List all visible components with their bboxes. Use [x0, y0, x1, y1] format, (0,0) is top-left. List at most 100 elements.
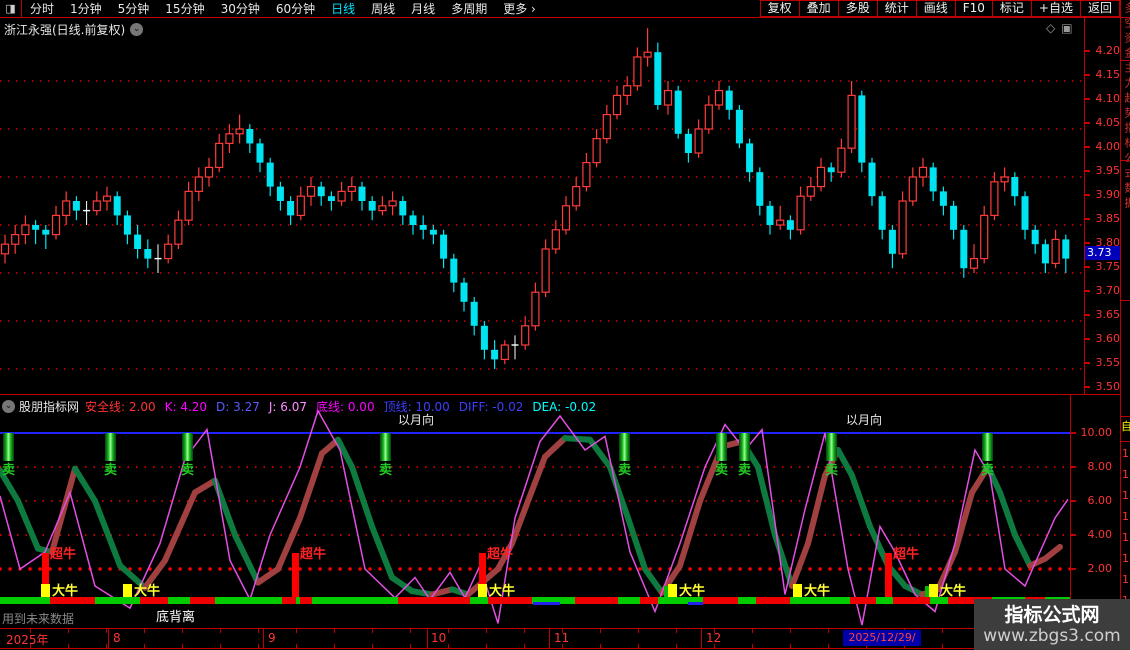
da-niu-label: 大牛 — [940, 583, 966, 599]
sell-signal-label: 卖 — [181, 462, 194, 478]
menu-item-30分钟[interactable]: 30分钟 — [213, 0, 268, 17]
minor-tick — [372, 644, 373, 648]
toolbar-right-buttons: 复权叠加多股统计画线F10标记+自选返回 — [760, 0, 1120, 17]
minor-tick — [106, 644, 107, 648]
toolbar-button-+自选[interactable]: +自选 — [1031, 0, 1080, 17]
price-label: 4.05 — [1090, 117, 1120, 129]
menu-item-1分钟[interactable]: 1分钟 — [62, 0, 110, 17]
minor-tick — [144, 644, 145, 648]
watermark-url: www.zbgs3.com — [983, 626, 1120, 646]
right-sidebar-clipped[interactable]: 多空资金主力趋势指标公式数据 自 111111111 — [1120, 0, 1130, 650]
indicator-axis-label: 4.00 — [1078, 529, 1112, 541]
minor-tick — [410, 629, 411, 633]
minor-tick — [638, 629, 639, 633]
toolbar-button-画线[interactable]: 画线 — [916, 0, 955, 17]
price-label: 3.60 — [1090, 333, 1120, 345]
indicator-values: 安全线: 2.00K: 4.20D: 3.27J: 6.07底线: 0.00顶线… — [85, 398, 605, 415]
minor-tick — [334, 644, 335, 648]
indicator-field: D: 3.27 — [216, 400, 260, 414]
watermark-title: 指标公式网 — [1004, 604, 1099, 626]
menu-item-15分钟[interactable]: 15分钟 — [157, 0, 212, 17]
menu-item-5分钟[interactable]: 5分钟 — [110, 0, 158, 17]
chao-niu-bar — [292, 553, 299, 597]
trading-app-window: ◨ 分时1分钟5分钟15分钟30分钟60分钟日线周线月线多周期更多 › 复权叠加… — [0, 0, 1130, 650]
indicator-tick — [1071, 466, 1076, 468]
menu-item-日线[interactable]: 日线 — [323, 0, 363, 17]
chao-niu-bar — [885, 553, 892, 597]
sell-signal-label: 卖 — [618, 462, 631, 478]
month-boundary-line — [549, 629, 550, 648]
layout-split-icon[interactable]: ◨ — [0, 0, 22, 17]
minor-tick — [486, 629, 487, 633]
minor-tick — [220, 644, 221, 648]
top-divergence-label: 以月向 — [398, 411, 434, 428]
toolbar-button-叠加[interactable]: 叠加 — [799, 0, 838, 17]
pane-divider — [0, 394, 1120, 395]
price-label: 4.20 — [1090, 45, 1120, 57]
price-label: 3.50 — [1090, 381, 1120, 393]
sell-signal-bar — [105, 433, 116, 461]
minor-tick — [638, 644, 639, 648]
toolbar-button-复权[interactable]: 复权 — [760, 0, 799, 17]
toolbar-button-多股[interactable]: 多股 — [838, 0, 877, 17]
toolbar-button-统计[interactable]: 统计 — [877, 0, 916, 17]
sell-signal-label: 卖 — [379, 462, 392, 478]
minor-tick — [524, 644, 525, 648]
sell-signal-bar — [3, 433, 14, 461]
indicator-chevron-down-icon[interactable]: ⌄ — [2, 400, 15, 413]
menu-item-多周期[interactable]: 多周期 — [443, 0, 495, 17]
month-label: 12 — [706, 631, 721, 645]
price-label: 3.65 — [1090, 309, 1120, 321]
menu-item-分时[interactable]: 分时 — [22, 0, 62, 17]
menu-item-更多 ›[interactable]: 更多 › — [495, 0, 544, 17]
price-label: 3.95 — [1090, 165, 1120, 177]
menu-item-月线[interactable]: 月线 — [403, 0, 443, 17]
top-divergence-label: 以月向 — [846, 411, 882, 428]
sidebar-vertical-text: 多空资金主力趋势指标公式数据 — [1121, 2, 1130, 212]
toolbar-button-F10[interactable]: F10 — [955, 0, 992, 17]
indicator-tick — [1071, 500, 1076, 502]
sell-signal-bar — [716, 433, 727, 461]
candlestick-chart[interactable] — [0, 18, 1084, 394]
minor-tick — [486, 644, 487, 648]
month-boundary-line — [108, 629, 109, 648]
minor-tick — [68, 644, 69, 648]
last-price-tag: 3.73 — [1085, 246, 1121, 260]
sell-signal-bar — [739, 433, 750, 461]
da-niu-bar — [668, 584, 677, 597]
da-niu-bar — [41, 584, 50, 597]
month-label: 10 — [431, 631, 446, 645]
indicator-chart[interactable]: 卖卖卖卖卖卖卖卖卖超牛超牛超牛超牛大牛大牛大牛大牛大牛大牛 — [0, 394, 1070, 628]
indicator-tick — [1071, 534, 1076, 536]
indicator-axis-label: 8.00 — [1078, 461, 1112, 473]
date-axis[interactable]: 2025年89101112 2025/12/29/— — [0, 628, 1120, 649]
price-label: 4.10 — [1090, 93, 1120, 105]
month-boundary-line — [263, 629, 264, 648]
toolbar-button-返回[interactable]: 返回 — [1080, 0, 1120, 17]
da-niu-label: 大牛 — [804, 583, 830, 599]
indicator-name[interactable]: 股朋指标网 — [19, 398, 79, 415]
month-label: 8 — [113, 631, 121, 645]
da-niu-bar — [929, 584, 938, 597]
indicator-axis-label: 2.00 — [1078, 563, 1112, 575]
sell-signal-bar — [826, 433, 837, 461]
toolbar-button-标记[interactable]: 标记 — [992, 0, 1031, 17]
menu-item-周线[interactable]: 周线 — [363, 0, 403, 17]
price-label: 4.15 — [1090, 69, 1120, 81]
sell-signal-label: 卖 — [981, 462, 994, 478]
minor-tick — [106, 629, 107, 633]
minor-tick — [182, 629, 183, 633]
price-label: 3.90 — [1090, 189, 1120, 201]
indicator-field: DIFF: -0.02 — [459, 400, 524, 414]
minor-tick — [448, 644, 449, 648]
menu-item-60分钟[interactable]: 60分钟 — [268, 0, 323, 17]
sell-signal-bar — [982, 433, 993, 461]
month-label: 11 — [554, 631, 569, 645]
indicator-axis-label: 6.00 — [1078, 495, 1112, 507]
chao-niu-label: 超牛 — [50, 546, 76, 562]
current-date-box: 2025/12/29/— — [843, 630, 921, 646]
minor-tick — [296, 644, 297, 648]
month-label: 9 — [268, 631, 276, 645]
chao-niu-label: 超牛 — [893, 546, 919, 562]
minor-tick — [828, 629, 829, 633]
